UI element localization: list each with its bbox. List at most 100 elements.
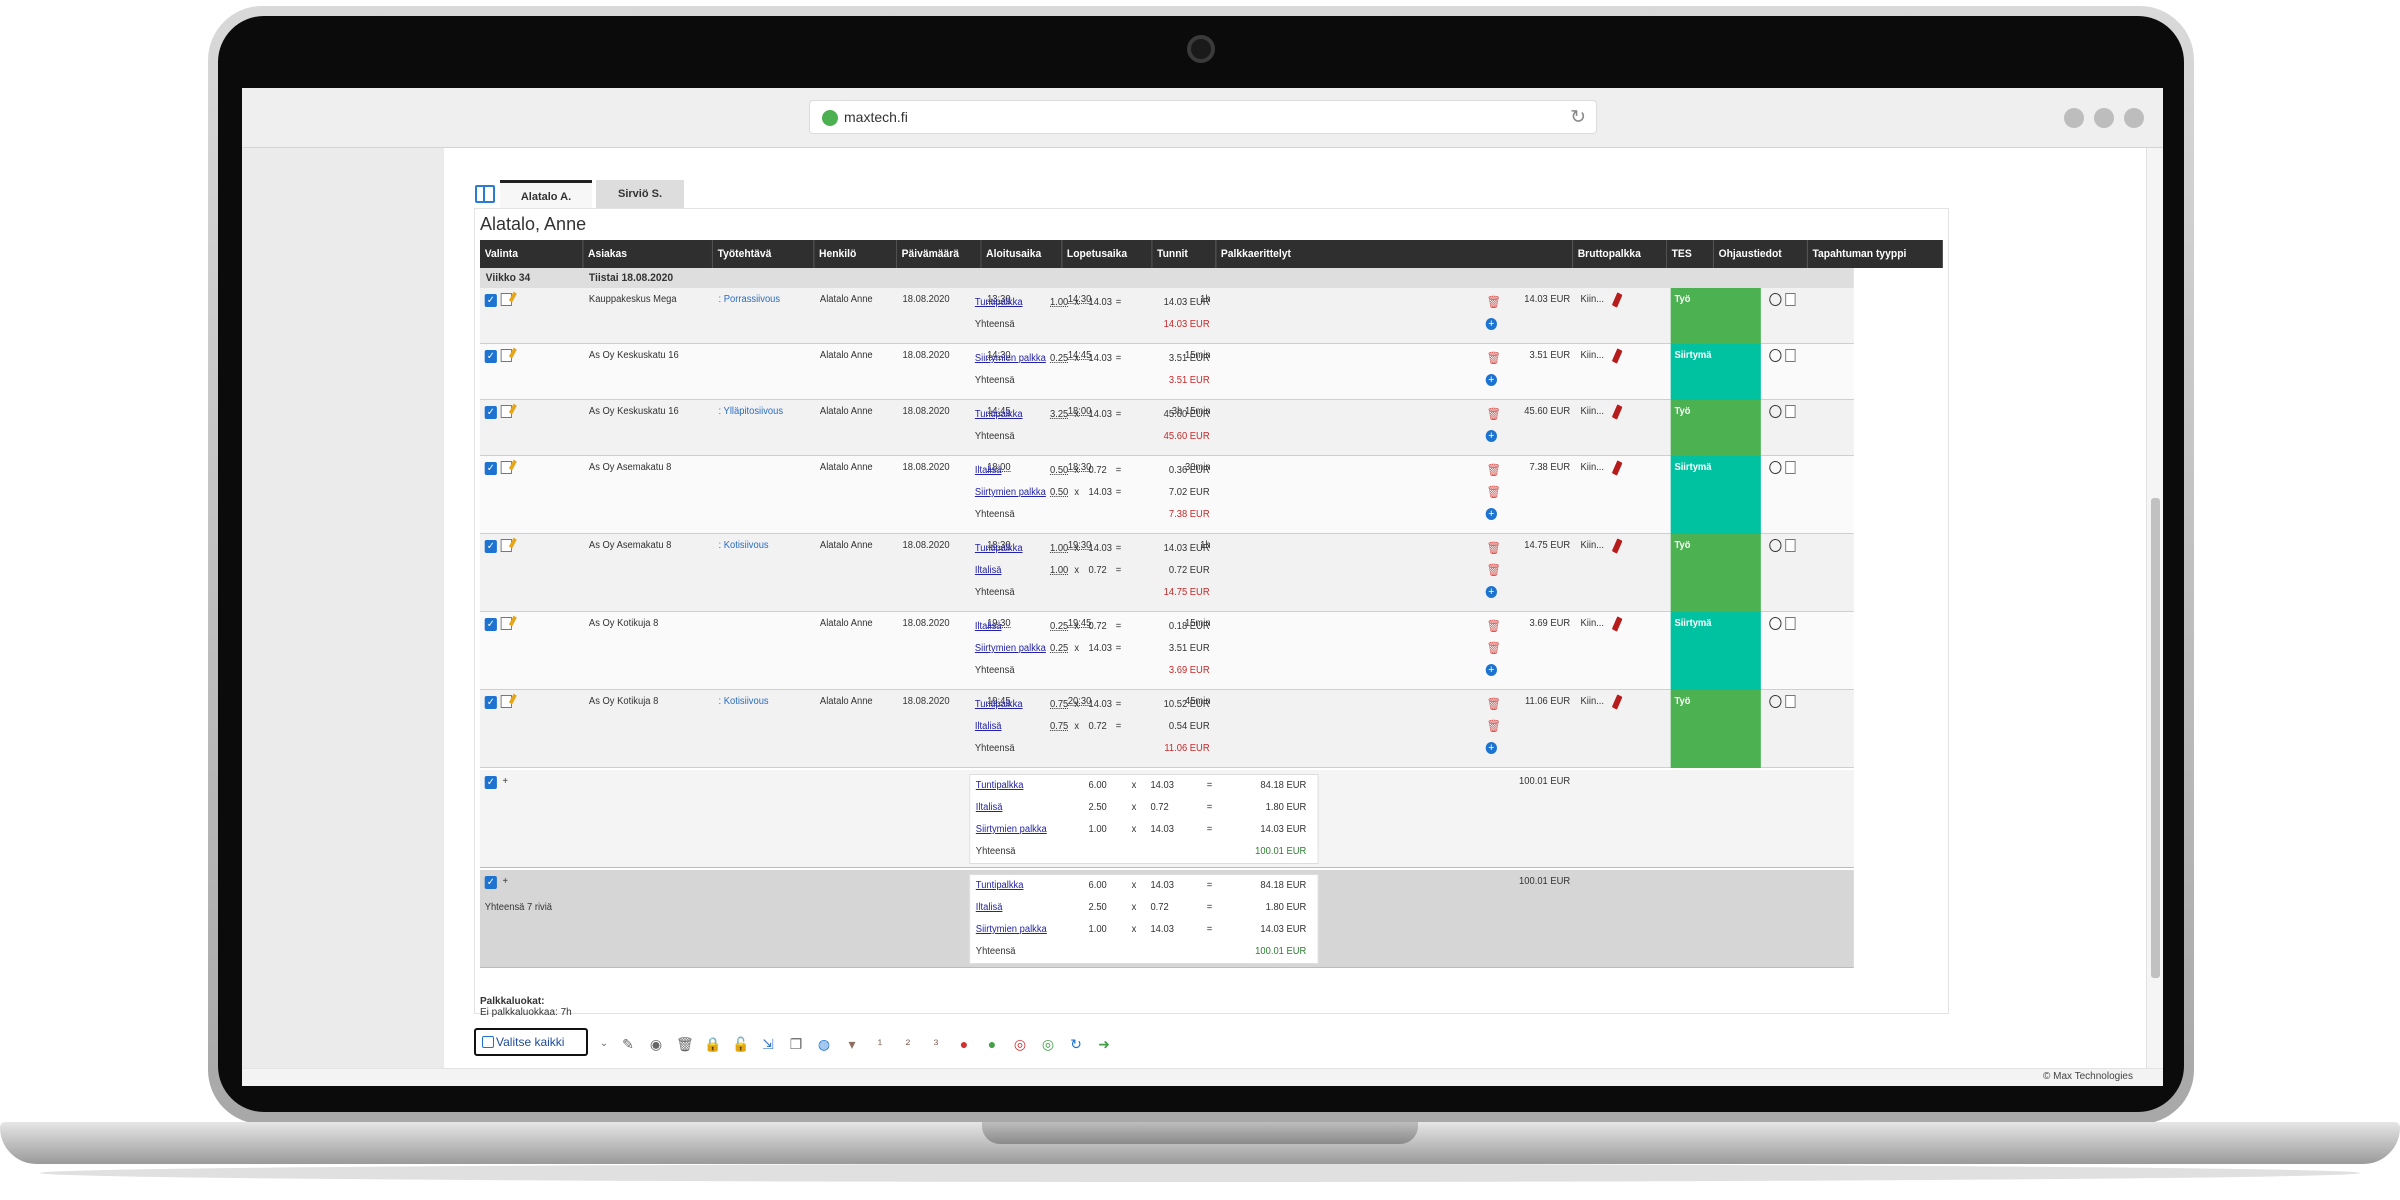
- add-pay-icon[interactable]: +: [1485, 430, 1497, 442]
- col-tes[interactable]: TES: [1666, 240, 1714, 268]
- col-palkkaerittelyt[interactable]: Palkkaerittelyt: [1216, 240, 1574, 268]
- col-ohjaustiedot[interactable]: Ohjaustiedot: [1713, 240, 1808, 268]
- task-link[interactable]: : Porrassiivous: [719, 294, 781, 305]
- thumbs-down-icon[interactable]: ▾: [844, 1036, 860, 1052]
- window-close-button[interactable]: [2124, 108, 2144, 128]
- row-checkbox[interactable]: ✓: [484, 696, 497, 709]
- address-bar[interactable]: maxtech.fi ↻: [809, 100, 1597, 134]
- add-pay-icon[interactable]: +: [1485, 318, 1497, 330]
- row-checkbox[interactable]: ✓: [484, 540, 497, 553]
- remove-person-icon[interactable]: ●: [956, 1036, 972, 1052]
- clock-icon[interactable]: [1769, 461, 1782, 474]
- pay-qty[interactable]: 1.00: [1050, 297, 1068, 308]
- edit-icon[interactable]: [500, 293, 512, 306]
- trash-icon[interactable]: 🗑: [676, 1036, 694, 1052]
- remove-coin-icon[interactable]: ◎: [1012, 1036, 1028, 1052]
- col-bruttopalkka[interactable]: Bruttopalkka: [1573, 240, 1667, 268]
- pay-qty[interactable]: 1.00: [1050, 565, 1068, 576]
- add-person-icon[interactable]: ●: [984, 1036, 1000, 1052]
- document-icon[interactable]: [1785, 405, 1796, 418]
- edit-icon[interactable]: [500, 461, 512, 474]
- summary-checkbox[interactable]: ✓: [484, 876, 497, 889]
- pay-qty[interactable]: 3.25: [1050, 409, 1068, 420]
- clock-icon[interactable]: [1769, 293, 1782, 306]
- pay-qty[interactable]: 0.25: [1050, 353, 1068, 364]
- add-pay-icon[interactable]: +: [1485, 374, 1497, 386]
- pen-icon[interactable]: [1611, 404, 1623, 420]
- comment-icon[interactable]: ◍: [816, 1036, 832, 1052]
- summary-pay-type[interactable]: Iltalisä: [976, 902, 1003, 913]
- pay-qty[interactable]: 1.00: [1050, 543, 1068, 554]
- clock-icon[interactable]: [1769, 617, 1782, 630]
- pay-type-link[interactable]: Siirtymien palkka: [975, 487, 1046, 498]
- row-checkbox[interactable]: ✓: [484, 406, 497, 419]
- pay-qty[interactable]: 0.75: [1050, 721, 1068, 732]
- col-paivamaara[interactable]: Päivämäärä: [896, 240, 982, 268]
- edit-icon[interactable]: ✎: [620, 1036, 636, 1052]
- stop-icon[interactable]: ◉: [648, 1036, 664, 1052]
- tab-sirvio[interactable]: Sirviö S.: [596, 180, 684, 208]
- split-view-icon[interactable]: [475, 185, 495, 203]
- delete-pay-icon[interactable]: 🗑: [1487, 619, 1501, 633]
- document-icon[interactable]: [1785, 617, 1796, 630]
- summary-pay-type[interactable]: Siirtymien palkka: [976, 924, 1047, 935]
- summary-pay-type[interactable]: Iltalisä: [976, 802, 1003, 813]
- summary-pay-type[interactable]: Tuntipalkka: [976, 780, 1024, 791]
- pay-type-link[interactable]: Siirtymien palkka: [975, 353, 1046, 364]
- document-icon[interactable]: [1785, 539, 1796, 552]
- add-pay-icon[interactable]: +: [1485, 508, 1497, 520]
- document-icon[interactable]: [1785, 293, 1796, 306]
- window-zoom-button[interactable]: [2094, 108, 2114, 128]
- delete-pay-icon[interactable]: 🗑: [1487, 541, 1501, 555]
- approve-3-icon[interactable]: ³: [928, 1036, 944, 1052]
- pay-qty[interactable]: 0.75: [1050, 699, 1068, 710]
- export-icon[interactable]: ⇲: [760, 1036, 776, 1052]
- add-pay-icon[interactable]: +: [1485, 586, 1497, 598]
- pay-type-link[interactable]: Tuntipalkka: [975, 409, 1023, 420]
- scroll-thumb[interactable]: [2151, 498, 2160, 978]
- col-aloitusaika[interactable]: Aloitusaika: [981, 240, 1063, 268]
- pay-type-link[interactable]: Iltalisä: [975, 465, 1002, 476]
- col-valinta[interactable]: Valinta: [480, 240, 584, 268]
- clock-icon[interactable]: [1769, 539, 1782, 552]
- clock-icon[interactable]: [1769, 695, 1782, 708]
- pen-icon[interactable]: [1611, 460, 1623, 476]
- vertical-scrollbar[interactable]: [2146, 148, 2163, 1068]
- delete-pay-icon[interactable]: 🗑: [1487, 485, 1501, 499]
- delete-pay-icon[interactable]: 🗑: [1487, 407, 1501, 421]
- pay-type-link[interactable]: Tuntipalkka: [975, 543, 1023, 554]
- lock-icon[interactable]: 🔒: [704, 1036, 721, 1052]
- clock-icon[interactable]: [1769, 349, 1782, 362]
- summary-pay-type[interactable]: Tuntipalkka: [976, 880, 1024, 891]
- col-lopetusaika[interactable]: Lopetusaika: [1062, 240, 1153, 268]
- summary-pay-type[interactable]: Siirtymien palkka: [976, 824, 1047, 835]
- document-icon[interactable]: [1785, 695, 1796, 708]
- pay-type-link[interactable]: Iltalisä: [975, 721, 1002, 732]
- document-icon[interactable]: [1785, 349, 1796, 362]
- pay-type-link[interactable]: Iltalisä: [975, 565, 1002, 576]
- pay-type-link[interactable]: Iltalisä: [975, 621, 1002, 632]
- row-checkbox[interactable]: ✓: [484, 462, 497, 475]
- clock-icon[interactable]: [1769, 405, 1782, 418]
- pay-qty[interactable]: 0.50: [1050, 465, 1068, 476]
- col-henkilo[interactable]: Henkilö: [814, 240, 897, 268]
- edit-icon[interactable]: [500, 405, 512, 418]
- task-link[interactable]: : Ylläpitosiivous: [719, 406, 784, 417]
- delete-pay-icon[interactable]: 🗑: [1487, 463, 1501, 477]
- reload-icon[interactable]: ↻: [1570, 106, 1586, 129]
- pay-type-link[interactable]: Siirtymien palkka: [975, 643, 1046, 654]
- pay-qty[interactable]: 0.25: [1050, 643, 1068, 654]
- delete-pay-icon[interactable]: 🗑: [1487, 719, 1501, 733]
- edit-icon[interactable]: [500, 539, 512, 552]
- exit-icon[interactable]: ➜: [1096, 1036, 1112, 1052]
- add-coin-icon[interactable]: ◎: [1040, 1036, 1056, 1052]
- pay-type-link[interactable]: Tuntipalkka: [975, 699, 1023, 710]
- delete-pay-icon[interactable]: 🗑: [1487, 697, 1501, 711]
- approve-1-icon[interactable]: ¹: [872, 1036, 888, 1052]
- document-icon[interactable]: [1785, 461, 1796, 474]
- col-tunnit[interactable]: Tunnit: [1152, 240, 1217, 268]
- add-pay-icon[interactable]: +: [1485, 742, 1497, 754]
- chevron-down-icon[interactable]: ⌄: [596, 1036, 612, 1052]
- tab-alatalo[interactable]: Alatalo A.: [500, 180, 592, 208]
- row-checkbox[interactable]: ✓: [484, 350, 497, 363]
